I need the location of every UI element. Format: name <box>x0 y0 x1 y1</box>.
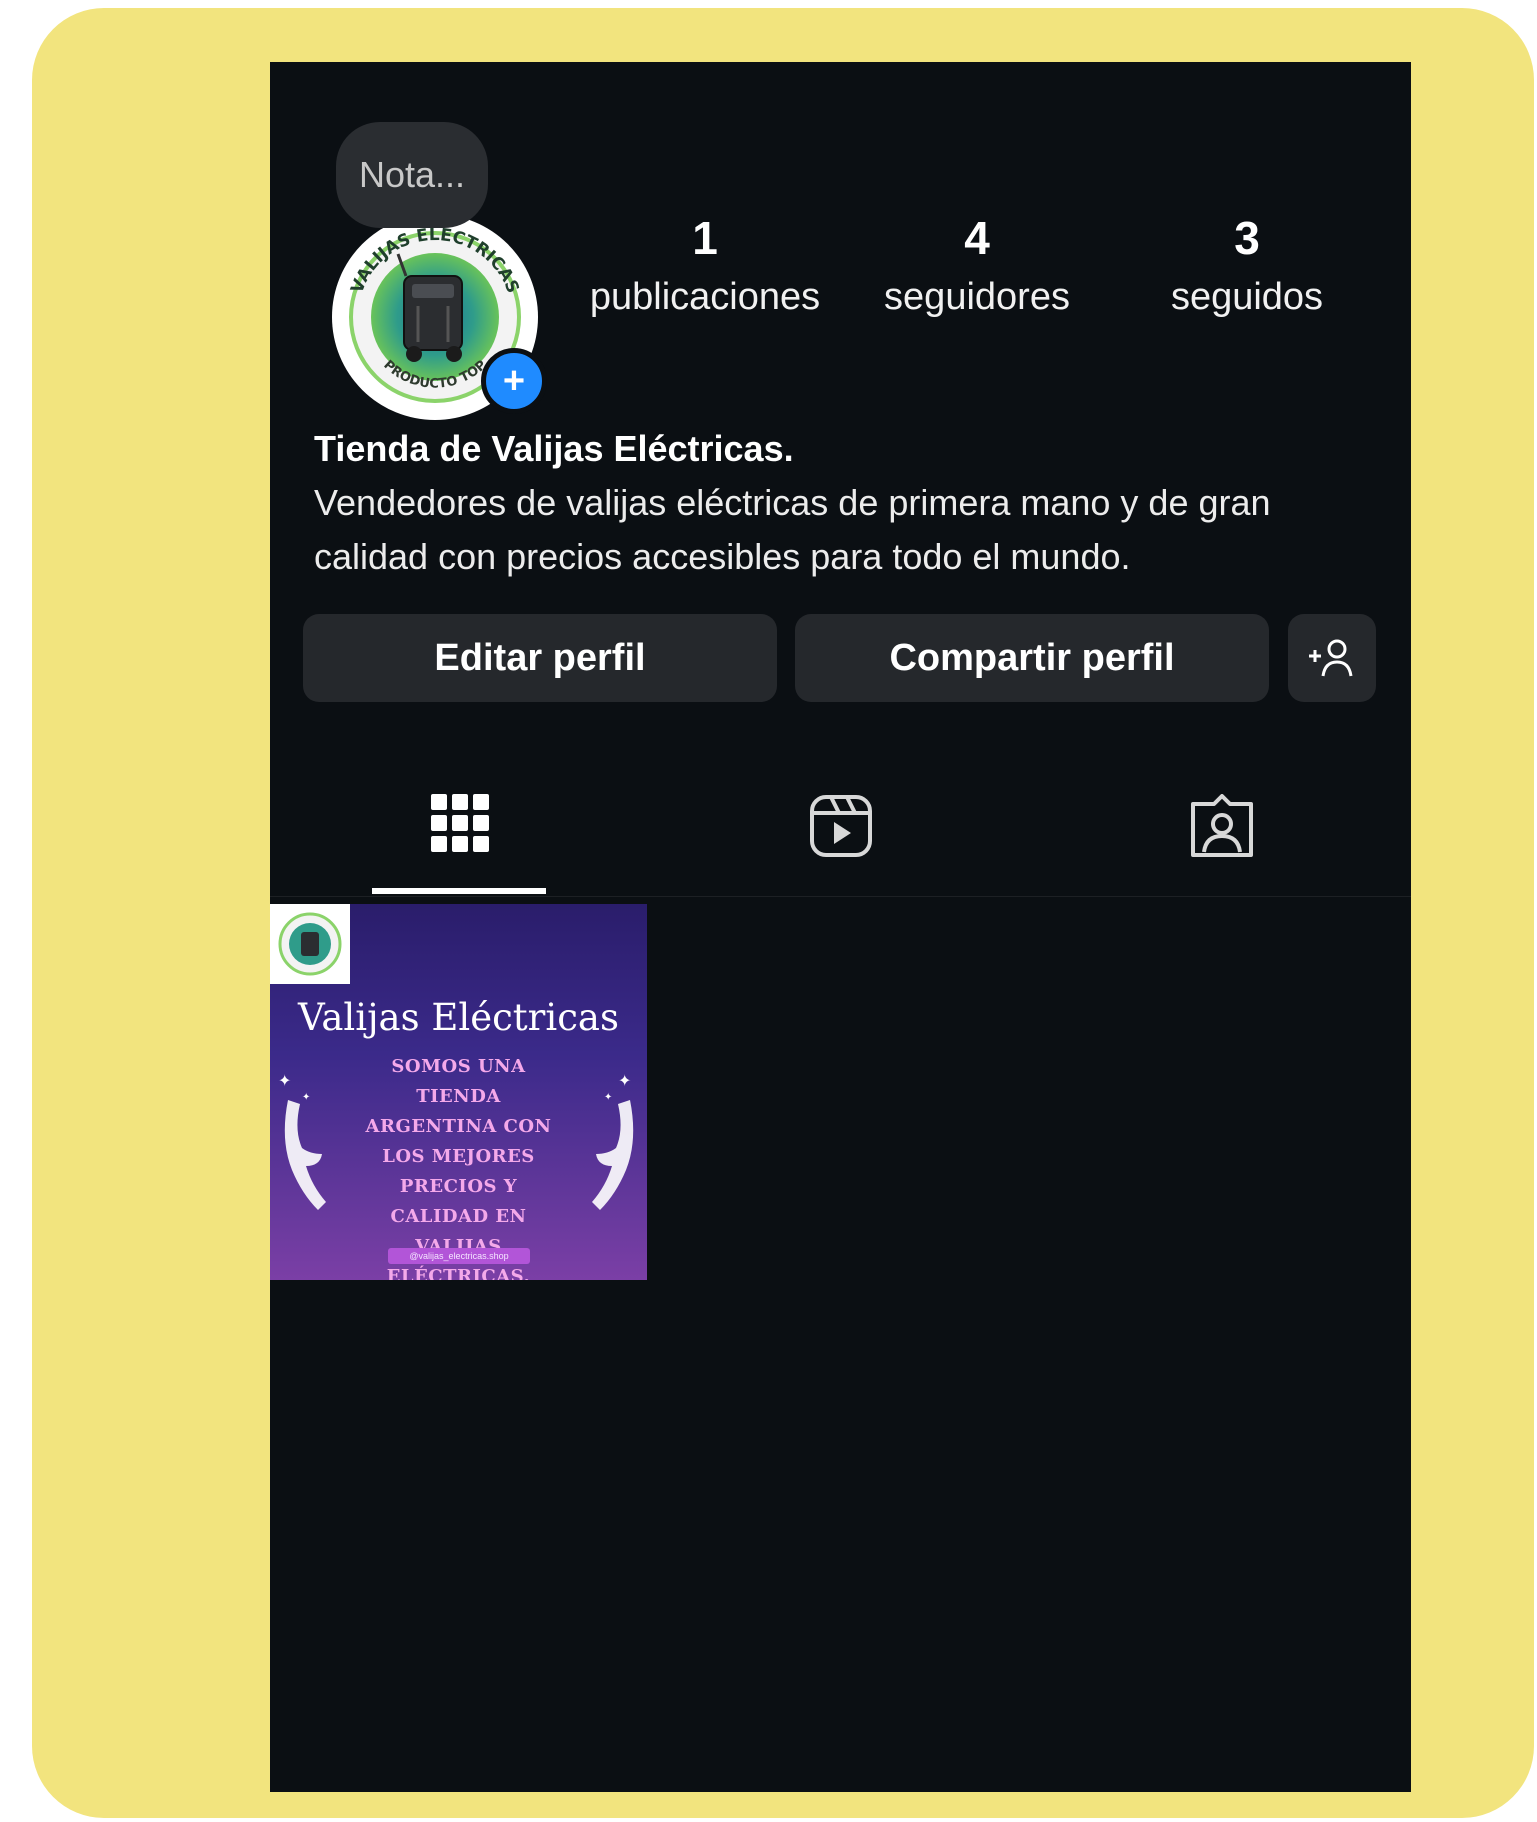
profile-screen: Nota... VALIJAS ELÉCTRICAS PRODUCTO TOP … <box>270 62 1411 1792</box>
stat-followers[interactable]: 4 seguidores <box>842 208 1112 326</box>
stat-following[interactable]: 3 seguidos <box>1112 208 1382 326</box>
profile-name: Tienda de Valijas Eléctricas. <box>314 428 794 469</box>
post-title: Valijas Eléctricas <box>298 996 619 1039</box>
add-story-button[interactable]: + <box>481 348 547 414</box>
discover-people-button[interactable] <box>1288 614 1376 702</box>
note-bubble[interactable]: Nota... <box>336 122 488 228</box>
bio-text: Vendedores de valijas eléctricas de prim… <box>314 482 1271 577</box>
note-placeholder: Nota... <box>358 154 466 195</box>
tab-tagged[interactable] <box>1032 788 1411 896</box>
profile-actions: Editar perfil Compartir perfil <box>303 614 1383 702</box>
tab-grid[interactable] <box>270 788 650 896</box>
tagged-icon <box>1190 794 1253 857</box>
plus-icon: + <box>502 360 526 402</box>
reels-icon <box>810 795 872 857</box>
post-thumbnail[interactable]: Valijas Eléctricas Somos una tienda arge… <box>270 904 647 1280</box>
tab-reels[interactable] <box>650 788 1032 896</box>
add-person-icon <box>1309 639 1353 677</box>
profile-tabs <box>270 788 1411 897</box>
grid-icon <box>431 794 489 852</box>
stat-count: 3 <box>1234 212 1260 264</box>
post-text: Somos una tienda argentina con los mejor… <box>365 1056 552 1280</box>
post-logo <box>270 904 350 984</box>
stat-posts[interactable]: 1 publicaciones <box>570 208 840 326</box>
stat-label: seguidores <box>884 276 1070 318</box>
edit-profile-button[interactable]: Editar perfil <box>303 614 777 702</box>
profile-stats: 1 publicaciones 4 seguidores 3 seguidos <box>570 208 1380 328</box>
active-tab-indicator <box>372 888 546 894</box>
svg-text:✦: ✦ <box>618 1073 631 1090</box>
post-handle: @valijas_electricas.shop <box>388 1248 530 1264</box>
stat-count: 4 <box>964 212 990 264</box>
svg-text:✦: ✦ <box>604 1092 612 1103</box>
svg-text:✦: ✦ <box>278 1073 291 1090</box>
stat-count: 1 <box>692 212 718 264</box>
profile-bio: Tienda de Valijas Eléctricas. Vendedores… <box>314 422 1384 584</box>
stat-label: seguidos <box>1170 276 1324 318</box>
post-logo-icon <box>278 912 342 976</box>
hand-icon: ✦ ✦ <box>278 1073 326 1210</box>
svg-text:✦: ✦ <box>302 1092 310 1103</box>
share-profile-button[interactable]: Compartir perfil <box>795 614 1269 702</box>
stat-label: publicaciones <box>589 276 821 318</box>
hand-icon: ✦ ✦ <box>592 1073 634 1210</box>
background-card: Nota... VALIJAS ELÉCTRICAS PRODUCTO TOP … <box>32 8 1534 1818</box>
